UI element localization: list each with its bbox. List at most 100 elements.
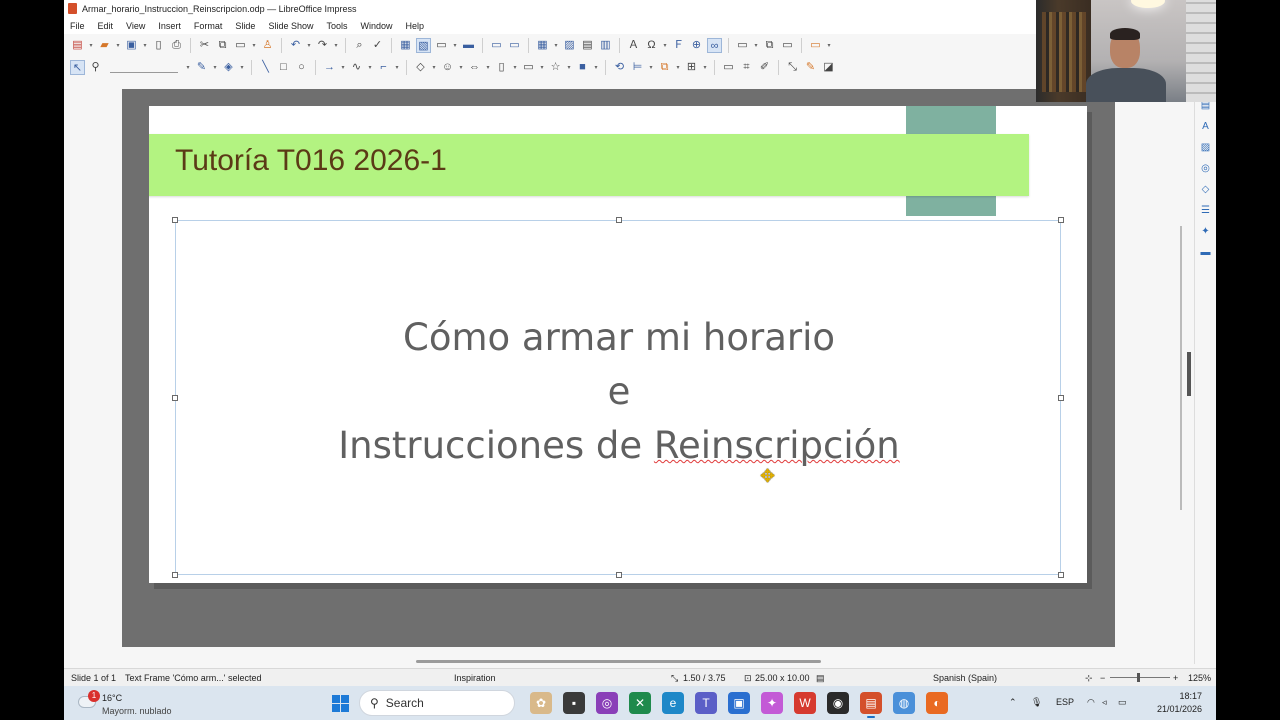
connectors-dropdown-icon[interactable]: ▾	[394, 64, 400, 71]
transitions-icon[interactable]: ∞	[707, 37, 722, 53]
shadow-icon[interactable]: ▭	[721, 60, 736, 75]
symbol-shapes-dropdown-icon[interactable]: ▾	[458, 64, 464, 71]
edge-icon[interactable]: e	[662, 692, 684, 714]
paste-icon[interactable]: ▭	[233, 38, 248, 53]
body-text-frame[interactable]: Cómo armar mi horario e Instrucciones de…	[172, 217, 1064, 578]
line-color-dropdown-icon[interactable]: ▾	[212, 64, 218, 71]
vertical-scrollbar[interactable]	[1180, 226, 1182, 510]
menu-window[interactable]: Window	[360, 21, 392, 31]
slide-layout-icon[interactable]: ▭	[735, 38, 750, 53]
callouts-dropdown-icon[interactable]: ▾	[539, 64, 545, 71]
fit-slide-icon[interactable]: ⊹	[1085, 673, 1093, 684]
input-language[interactable]: ESP	[1056, 697, 1074, 707]
zoom-pan-icon[interactable]: ⚲	[88, 60, 103, 75]
3d-objects-icon[interactable]: ■	[575, 60, 590, 75]
menu-file[interactable]: File	[70, 21, 85, 31]
display-views-dropdown-icon[interactable]: ▾	[452, 42, 458, 49]
special-character-dropdown-icon[interactable]: ▾	[662, 42, 668, 49]
menu-view[interactable]: View	[126, 21, 145, 31]
menu-help[interactable]: Help	[406, 21, 425, 31]
gallery-icon[interactable]: ▨	[1200, 142, 1212, 154]
excel-icon[interactable]: ✕	[629, 692, 651, 714]
animation-icon[interactable]: ✦	[1200, 226, 1212, 238]
weather-widget[interactable]: 1 16°C Mayorm. nublado	[78, 689, 188, 717]
align-dropdown-icon[interactable]: ▾	[648, 64, 654, 71]
paste-dropdown-icon[interactable]: ▾	[251, 42, 257, 49]
basic-shapes-icon[interactable]: ◇	[413, 60, 428, 75]
distribute-dropdown-icon[interactable]: ▾	[702, 64, 708, 71]
store-icon[interactable]: ▣	[728, 692, 750, 714]
3d-objects-dropdown-icon[interactable]: ▾	[593, 64, 599, 71]
redo-icon[interactable]: ↷	[315, 38, 330, 53]
menu-edit[interactable]: Edit	[98, 21, 114, 31]
wps-icon[interactable]: W	[794, 692, 816, 714]
app-dark-icon[interactable]: ◉	[827, 692, 849, 714]
clock[interactable]: 18:17 21/01/2026	[1157, 690, 1202, 716]
shapes-icon[interactable]: ◇	[1200, 184, 1212, 196]
zoom-slider[interactable]	[1110, 677, 1170, 678]
helplines-icon[interactable]: ▧	[416, 37, 431, 53]
block-arrows-icon[interactable]: ⇔	[467, 60, 482, 75]
fill-color-dropdown-icon[interactable]: ▾	[239, 64, 245, 71]
menu-slide-show[interactable]: Slide Show	[268, 21, 313, 31]
zoom-slider-knob[interactable]	[1137, 673, 1140, 682]
navigator-icon[interactable]: ◎	[1200, 163, 1212, 175]
resize-handle-bottom-right[interactable]	[1058, 572, 1064, 578]
copy-icon[interactable]: ⧉	[215, 38, 230, 53]
resize-handle-top[interactable]	[616, 217, 622, 223]
search-highlight-icon[interactable]: ✿	[530, 692, 552, 714]
slide-layout-dropdown-icon[interactable]: ▾	[753, 42, 759, 49]
styles-icon[interactable]: A	[1200, 121, 1212, 133]
fontwork-icon[interactable]: Ｆ	[671, 38, 686, 53]
delete-slide-icon[interactable]: ▭	[780, 38, 795, 53]
align-icon[interactable]: ⊨	[630, 60, 645, 75]
select-pointer-icon[interactable]: ↖	[70, 59, 85, 75]
tray-overflow-icon[interactable]: ⌃	[1009, 697, 1017, 708]
clone-formatting-icon[interactable]: ♙	[260, 38, 275, 53]
symbol-shapes-icon[interactable]: ☺	[440, 60, 455, 75]
open-icon[interactable]: ▰	[97, 38, 112, 53]
chart-icon[interactable]: ▥	[598, 38, 613, 53]
undo-icon[interactable]: ↶	[288, 38, 303, 53]
glue-points-icon[interactable]: ✎	[803, 60, 818, 75]
line-color-icon[interactable]: ✎	[194, 60, 209, 75]
libreoffice-impress-icon[interactable]: ▤	[860, 692, 882, 718]
resize-handle-bottom[interactable]	[616, 572, 622, 578]
stars-dropdown-icon[interactable]: ▾	[566, 64, 572, 71]
firefox-icon[interactable]: ◐	[926, 692, 948, 714]
battery-icon[interactable]: ▭	[1118, 697, 1127, 708]
slide-title[interactable]: Tutoría T016 2026-1	[175, 144, 447, 178]
zoom-in-icon[interactable]: +	[1173, 673, 1178, 683]
start-first-slide-icon[interactable]: ▭	[489, 38, 504, 53]
redo-dropdown-icon[interactable]: ▾	[333, 42, 339, 49]
undo-dropdown-icon[interactable]: ▾	[306, 42, 312, 49]
basic-shapes-dropdown-icon[interactable]: ▾	[431, 64, 437, 71]
master-name[interactable]: Inspiration	[454, 673, 496, 683]
line-icon[interactable]: ╲	[258, 60, 273, 75]
chrome-icon[interactable]: ◍	[893, 692, 915, 714]
slide-canvas[interactable]: Tutoría T016 2026-1 Cómo armar mi horari…	[149, 106, 1087, 583]
points-icon[interactable]: ⤡	[785, 60, 800, 75]
filter-icon[interactable]: ✐	[757, 60, 772, 75]
resize-handle-top-right[interactable]	[1058, 217, 1064, 223]
duplicate-slide-icon[interactable]: ⧉	[762, 38, 777, 53]
curves-dropdown-icon[interactable]: ▾	[367, 64, 373, 71]
wifi-icon[interactable]: ◠	[1087, 697, 1095, 708]
rotate-icon[interactable]: ⟲	[612, 60, 627, 75]
display-views-icon[interactable]: ▭	[434, 38, 449, 53]
special-character-icon[interactable]: Ω	[644, 38, 659, 53]
print-icon[interactable]: ⎙	[169, 38, 184, 53]
distribute-icon[interactable]: ⊞	[684, 60, 699, 75]
menu-tools[interactable]: Tools	[326, 21, 347, 31]
save-icon[interactable]: ▣	[124, 38, 139, 53]
lines-arrows-dropdown-icon[interactable]: ▾	[340, 64, 346, 71]
flowchart-icon[interactable]: ▯	[494, 60, 509, 75]
fill-color-icon[interactable]: ◈	[221, 60, 236, 75]
ellipse-icon[interactable]: ○	[294, 60, 309, 75]
slide-transition-icon[interactable]: ☰	[1200, 205, 1212, 217]
stars-icon[interactable]: ☆	[548, 60, 563, 75]
app-purple-icon[interactable]: ◎	[596, 692, 618, 714]
sidebar-collapse-handle[interactable]	[1187, 352, 1191, 396]
callouts-icon[interactable]: ▭	[521, 60, 536, 75]
curves-icon[interactable]: ∿	[349, 60, 364, 75]
